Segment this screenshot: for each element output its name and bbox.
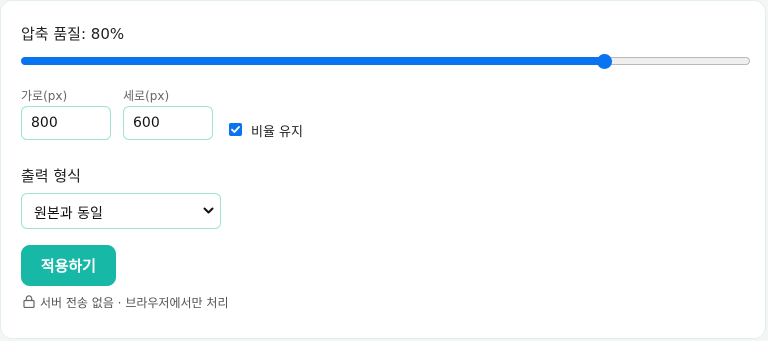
keep-ratio-label[interactable]: 비율 유지 <box>251 121 303 140</box>
keep-ratio-checkbox[interactable] <box>229 123 242 136</box>
chevron-down-icon <box>203 207 214 214</box>
width-label: 가로(px) <box>21 89 68 103</box>
lock-icon <box>23 295 35 308</box>
height-input[interactable] <box>123 106 213 140</box>
height-label: 세로(px) <box>123 89 170 103</box>
format-select[interactable]: 원본과 동일 <box>21 193 221 229</box>
slider-thumb[interactable] <box>597 54 613 69</box>
quality-slider[interactable] <box>21 53 750 69</box>
format-selected-value: 원본과 동일 <box>34 206 103 222</box>
apply-button[interactable]: 적용하기 <box>21 245 116 286</box>
slider-fill <box>21 57 605 65</box>
image-options-panel: 압축 품질: 80% 가로(px) 세로(px) 비율 유지 출력 형식 원본과… <box>0 0 766 339</box>
privacy-text: 서버 전송 없음 · 브라우저에서만 처리 <box>40 296 229 310</box>
checkmark-icon <box>231 126 240 133</box>
width-input[interactable] <box>21 106 111 140</box>
quality-label: 압축 품질: 80% <box>21 25 125 43</box>
format-label: 출력 형식 <box>21 167 81 185</box>
